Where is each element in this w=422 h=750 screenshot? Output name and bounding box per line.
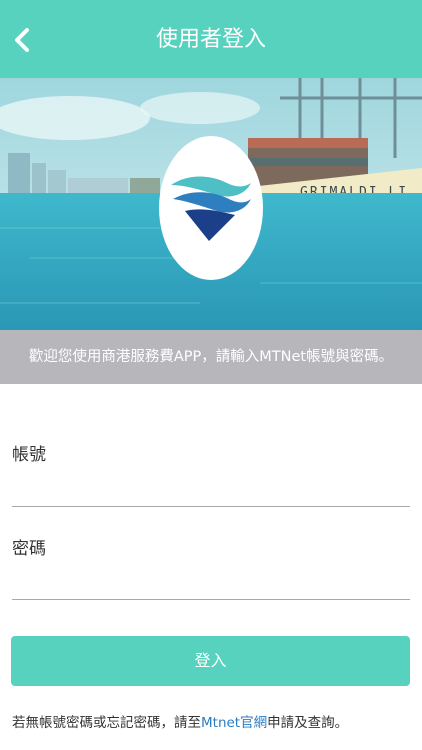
page-title: 使用者登入	[155, 27, 266, 52]
help-note: 若無帳號密碼或忘記密碼，請至Mtnet官網申請及查詢。	[12, 711, 348, 731]
help-note-suffix: 申請及查詢。	[267, 715, 349, 731]
chevron-left-icon	[15, 28, 29, 52]
mtnet-wave-logo-icon	[171, 176, 251, 241]
login-button[interactable]: 登入	[11, 636, 410, 686]
app-header: 使用者登入	[0, 0, 422, 78]
password-label: 密碼	[12, 539, 46, 559]
hero-banner: GRIMALDI LI	[0, 78, 422, 330]
app-logo	[159, 136, 263, 280]
help-note-prefix: 若無帳號密碼或忘記密碼，請至	[12, 715, 201, 731]
mtnet-website-link[interactable]: Mtnet官網	[201, 715, 267, 731]
welcome-message: 歡迎您使用商港服務費APP，請輸入MTNet帳號與密碼。	[0, 330, 422, 384]
account-input[interactable]	[12, 472, 410, 507]
password-input[interactable]	[12, 565, 410, 600]
back-button[interactable]	[4, 22, 40, 58]
account-label: 帳號	[12, 445, 46, 465]
